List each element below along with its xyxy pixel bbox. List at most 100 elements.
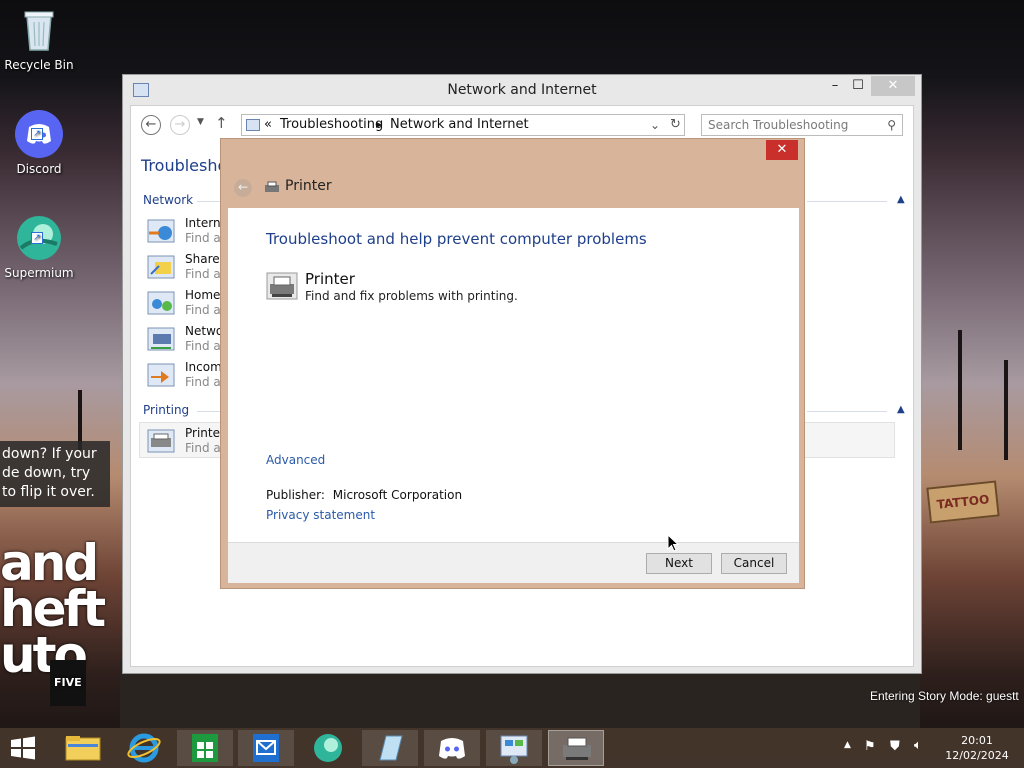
minimize-button[interactable]: – bbox=[823, 76, 847, 96]
control-panel-icon bbox=[246, 119, 260, 131]
privacy-statement-link[interactable]: Privacy statement bbox=[266, 508, 375, 522]
discord-icon: ↗ bbox=[15, 110, 63, 158]
arrow-left-icon: ← bbox=[145, 117, 157, 132]
arrow-right-icon: → bbox=[174, 117, 186, 132]
collapse-printing-icon[interactable]: ▲ bbox=[897, 404, 905, 415]
list-item[interactable]: Incomi Find ar bbox=[147, 360, 225, 392]
internet-explorer-icon bbox=[127, 733, 161, 763]
recycle-bin-desktop-icon[interactable]: Recycle Bin bbox=[0, 6, 78, 72]
taskbar: ▲ ⚑ ⛊ 🔈︎ 20:01 12/02/2024 bbox=[0, 728, 1024, 768]
recycle-bin-label: Recycle Bin bbox=[4, 58, 74, 72]
store-taskbar-button[interactable] bbox=[177, 730, 233, 766]
game-hint-overlay: down? If your de down, try to flip it ov… bbox=[0, 441, 110, 507]
store-icon bbox=[192, 734, 218, 762]
address-overflow[interactable]: « bbox=[264, 115, 272, 135]
dialog-title: Printer bbox=[285, 178, 332, 194]
list-item[interactable]: HomeG Find ar bbox=[147, 288, 225, 320]
section-network-label[interactable]: Network bbox=[143, 193, 193, 207]
item-title: Netwo bbox=[185, 324, 224, 338]
printer-troubleshooter-taskbar-button[interactable] bbox=[548, 730, 604, 766]
section-printing-label[interactable]: Printing bbox=[143, 403, 189, 417]
dialog-heading: Troubleshoot and help prevent computer p… bbox=[266, 230, 647, 248]
forward-button[interactable]: → bbox=[170, 115, 190, 135]
discord-icon bbox=[439, 738, 465, 759]
address-dropdown-icon[interactable]: ⌄ bbox=[650, 115, 660, 135]
list-item[interactable]: Shared Find ar bbox=[147, 252, 225, 284]
discord-desktop-icon[interactable]: ↗ Discord bbox=[0, 110, 78, 176]
list-item[interactable]: Printer Find ar bbox=[147, 426, 225, 458]
search-icon[interactable]: ⚲ bbox=[887, 115, 896, 135]
clock-time: 20:01 bbox=[961, 734, 993, 747]
next-button[interactable]: Next bbox=[646, 553, 712, 574]
recent-locations-button[interactable]: ▼ bbox=[197, 117, 204, 127]
shortcut-arrow-icon: ↗ bbox=[31, 232, 43, 244]
notepad-taskbar-button[interactable] bbox=[362, 730, 418, 766]
internet-explorer-taskbar-button[interactable] bbox=[116, 730, 172, 766]
action-center-flag-icon[interactable]: ⚑ bbox=[864, 739, 876, 754]
network-adapter-icon bbox=[147, 326, 177, 354]
close-button[interactable]: ✕ bbox=[871, 76, 915, 96]
publisher-info: Publisher: Microsoft Corporation bbox=[266, 488, 462, 502]
tattoo-sign: TATTOO bbox=[926, 480, 1000, 524]
file-explorer-taskbar-button[interactable] bbox=[56, 730, 112, 766]
cancel-button[interactable]: Cancel bbox=[721, 553, 787, 574]
dialog-back-button[interactable]: ← bbox=[234, 179, 252, 197]
dialog-close-button[interactable]: ✕ bbox=[766, 140, 798, 160]
section-divider bbox=[807, 201, 887, 202]
story-mode-text: Entering Story Mode: guestt bbox=[870, 689, 1019, 703]
refresh-icon[interactable]: ↻ bbox=[670, 115, 681, 135]
supermium-label: Supermium bbox=[4, 266, 74, 280]
taskbar-clock[interactable]: 20:01 12/02/2024 bbox=[944, 733, 1010, 763]
start-button[interactable] bbox=[8, 734, 38, 762]
network-status-icon[interactable]: ⛊ bbox=[890, 739, 900, 754]
printer-icon bbox=[147, 428, 177, 456]
back-button[interactable]: ← bbox=[141, 115, 161, 135]
printer-troubleshooter-dialog: ✕ ← Printer Troubleshoot and help preven… bbox=[220, 138, 805, 589]
supermium-desktop-icon[interactable]: ↗ Supermium bbox=[0, 214, 78, 280]
mouse-cursor-icon bbox=[667, 533, 680, 552]
system-tray: ▲ ⚑ ⛊ 🔈︎ bbox=[840, 728, 940, 768]
arrow-up-icon: ↑ bbox=[215, 114, 228, 132]
list-item[interactable]: Interne Find ar bbox=[147, 216, 225, 248]
discord-taskbar-button[interactable] bbox=[424, 730, 480, 766]
printer-title-icon bbox=[264, 181, 280, 193]
item-title: HomeG bbox=[185, 288, 225, 302]
item-title: Incomi bbox=[185, 360, 225, 374]
arrow-left-icon: ← bbox=[237, 180, 249, 194]
notepad-icon bbox=[379, 735, 403, 761]
breadcrumb-network-internet[interactable]: Network and Internet bbox=[390, 115, 529, 135]
window-title: Network and Internet bbox=[447, 82, 597, 98]
list-item[interactable]: Netwo Find ar bbox=[147, 324, 225, 356]
collapse-network-icon[interactable]: ▲ bbox=[897, 194, 905, 205]
shortcut-arrow-icon: ↗ bbox=[31, 128, 43, 140]
mail-taskbar-button[interactable] bbox=[238, 730, 294, 766]
breadcrumb-troubleshooting[interactable]: Troubleshooting bbox=[280, 115, 383, 135]
printer-icon bbox=[563, 737, 591, 760]
search-input[interactable]: Search Troubleshooting ⚲ bbox=[701, 114, 903, 136]
shared-folders-icon bbox=[147, 254, 177, 282]
troubleshooter-name: Printer bbox=[305, 270, 355, 288]
item-title: Shared bbox=[185, 252, 225, 266]
supermium-taskbar-button[interactable] bbox=[300, 730, 356, 766]
show-hidden-icons-icon[interactable]: ▲ bbox=[844, 740, 851, 750]
volume-icon[interactable]: 🔈︎ bbox=[914, 738, 922, 753]
incoming-connections-icon bbox=[147, 362, 177, 390]
control-panel-icon bbox=[500, 735, 528, 764]
breadcrumb-separator-icon: ▶ bbox=[376, 120, 383, 129]
item-desc: Find ar bbox=[185, 303, 225, 317]
logo-badge: FIVE bbox=[50, 660, 86, 706]
maximize-button[interactable]: ☐ bbox=[847, 76, 869, 96]
up-button[interactable]: ↑ bbox=[215, 114, 228, 132]
advanced-link[interactable]: Advanced bbox=[266, 453, 325, 467]
item-desc: Find ar bbox=[185, 267, 225, 281]
search-placeholder: Search Troubleshooting bbox=[708, 118, 849, 132]
item-desc: Find ar bbox=[185, 339, 225, 353]
control-panel-taskbar-button[interactable] bbox=[486, 730, 542, 766]
address-bar[interactable]: « Troubleshooting ▶ Network and Internet… bbox=[241, 114, 685, 136]
publisher-label: Publisher: bbox=[266, 488, 325, 502]
chevron-down-icon: ▼ bbox=[197, 117, 204, 127]
item-title: Printer bbox=[185, 426, 225, 440]
windows-logo-icon bbox=[11, 736, 35, 760]
mail-icon bbox=[253, 734, 279, 762]
folder-icon bbox=[65, 736, 101, 761]
